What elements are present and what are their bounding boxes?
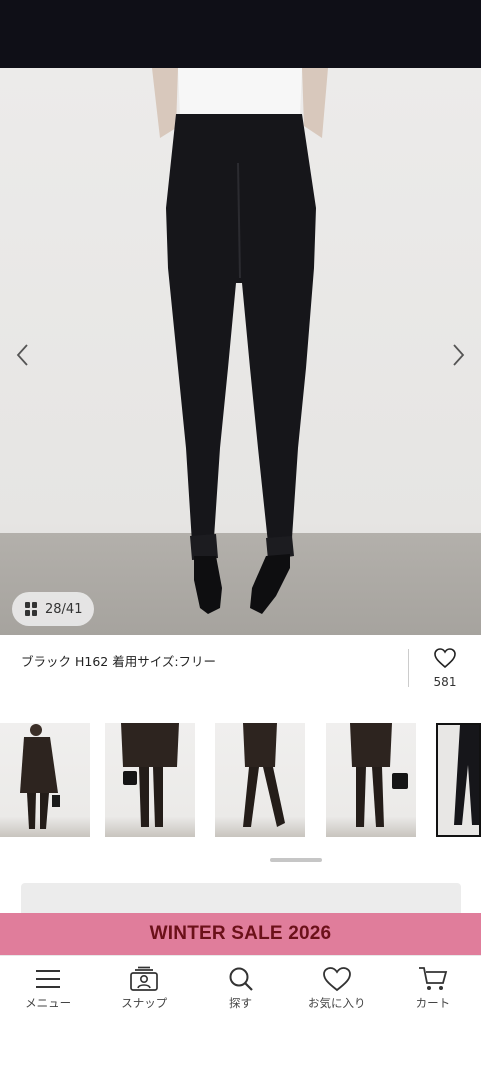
next-image-button[interactable] bbox=[444, 340, 474, 370]
nav-menu[interactable]: メニュー bbox=[0, 956, 96, 1019]
favorite-button[interactable]: 581 bbox=[420, 647, 470, 689]
thumbnail-photo bbox=[438, 725, 479, 835]
nav-search[interactable]: 探す bbox=[192, 956, 288, 1019]
drag-handle[interactable] bbox=[270, 858, 322, 862]
search-icon bbox=[229, 967, 253, 991]
thumbnail[interactable] bbox=[215, 723, 305, 837]
blank-area bbox=[0, 1019, 481, 1080]
thumbnail-photo bbox=[121, 723, 179, 827]
thumbnail-active[interactable] bbox=[436, 723, 481, 837]
image-counter: 28/41 bbox=[45, 601, 83, 617]
previous-image-button[interactable] bbox=[7, 340, 37, 370]
favorite-count: 581 bbox=[433, 675, 457, 689]
image-caption: ブラック H162 着用サイズ:フリー bbox=[21, 654, 217, 669]
heart-icon bbox=[434, 648, 456, 669]
thumbnail[interactable] bbox=[0, 723, 90, 837]
snap-icon bbox=[130, 966, 159, 991]
image-info-row: ブラック H162 着用サイズ:フリー 581 bbox=[0, 635, 481, 705]
chevron-right-icon bbox=[453, 344, 465, 366]
nav-cart[interactable]: カート bbox=[385, 956, 481, 1019]
promo-banner-text: WINTER SALE 2026 bbox=[149, 923, 332, 944]
thumbnail-photo bbox=[20, 724, 60, 829]
nav-cart-label: カート bbox=[415, 996, 451, 1010]
nav-favorites-label: お気に入り bbox=[307, 996, 366, 1010]
nav-snap-label: スナップ bbox=[121, 996, 168, 1010]
image-counter-button[interactable]: 28/41 bbox=[12, 592, 95, 626]
thumbnail[interactable] bbox=[326, 723, 416, 837]
menu-icon bbox=[36, 970, 61, 988]
thumbnail[interactable] bbox=[105, 723, 195, 837]
product-photo bbox=[152, 68, 328, 614]
thumbnail-strip[interactable] bbox=[0, 723, 481, 837]
thumbnail-photo bbox=[243, 723, 285, 827]
heart-icon bbox=[322, 967, 351, 992]
bottom-navigation: メニュー スナップ 探す お気に入り カート bbox=[0, 955, 481, 1019]
nav-snap[interactable]: スナップ bbox=[96, 956, 192, 1019]
promo-banner[interactable]: WINTER SALE 2026 bbox=[0, 913, 481, 955]
thumbnail-photo bbox=[350, 723, 408, 827]
nav-search-label: 探す bbox=[229, 996, 252, 1010]
nav-menu-label: メニュー bbox=[25, 996, 72, 1010]
status-bar bbox=[0, 0, 481, 68]
product-image-gallery[interactable]: 28/41 bbox=[0, 68, 481, 635]
cart-icon bbox=[418, 967, 448, 990]
divider bbox=[408, 649, 409, 687]
nav-favorites[interactable]: お気に入り bbox=[289, 956, 385, 1019]
grid-icon bbox=[25, 602, 37, 616]
chevron-left-icon bbox=[16, 344, 28, 366]
